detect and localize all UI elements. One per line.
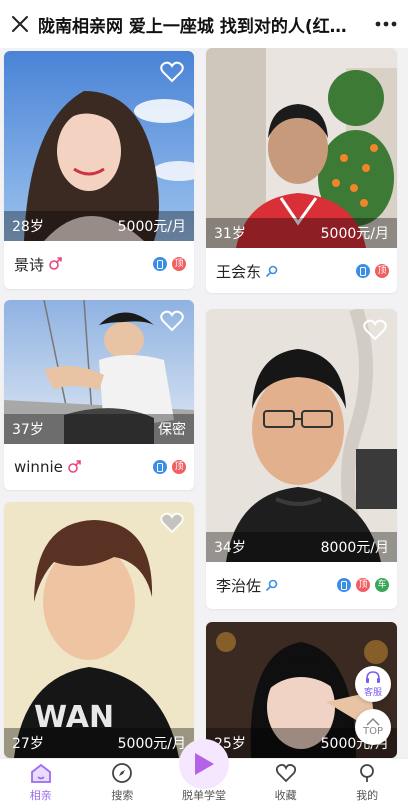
user-icon: [360, 764, 375, 782]
nav-item-profile[interactable]: 我的: [326, 759, 408, 806]
profile-card[interactable]: 31岁 5000元/月 王会东 顶: [206, 48, 397, 293]
age-label: 27岁: [12, 736, 44, 752]
nav-label: 收藏: [274, 789, 297, 802]
photo-info-band: 27岁 5000元/月: [4, 728, 194, 758]
nav-item-favorites[interactable]: 收藏: [245, 759, 327, 806]
age-label: 34岁: [214, 540, 246, 556]
top-badge: 顶: [172, 460, 186, 474]
profile-info-row: winnie 顶: [4, 444, 194, 490]
profile-grid: 28岁 5000元/月 景诗 顶 31岁 5000元/月 王会东 顶 37岁 保…: [0, 48, 408, 758]
nav-label: 脱单学堂: [181, 789, 226, 802]
female-symbol-icon: [67, 460, 81, 474]
salary-label: 5000元/月: [117, 736, 186, 752]
profile-card[interactable]: 37岁 保密 winnie 顶: [4, 300, 194, 490]
profile-photo: WAN 27岁 5000元/月: [4, 502, 194, 758]
salary-label: 5000元/月: [320, 226, 389, 242]
profile-name: 王会东: [216, 262, 262, 281]
salary-label: 5000元/月: [117, 219, 186, 235]
male-symbol-icon: [265, 264, 279, 278]
top-bar: 陇南相亲网 爱上一座城 找到对的人(红娘...: [0, 0, 408, 48]
phone-verified-icon: [356, 264, 370, 278]
age-label: 28岁: [12, 219, 44, 235]
nav-item-match[interactable]: 相亲: [0, 759, 82, 806]
close-icon[interactable]: [2, 0, 38, 48]
profile-info-row: 王会东 顶: [206, 248, 397, 293]
photo-info-band: 37岁 保密: [4, 414, 194, 444]
app-root: 陇南相亲网 爱上一座城 找到对的人(红娘... 28岁 5000元/月 景诗 顶…: [0, 0, 408, 806]
page-title: 陇南相亲网 爱上一座城 找到对的人(红娘...: [38, 16, 364, 37]
badge-group: 顶: [356, 264, 389, 278]
top-badge: 顶: [375, 264, 389, 278]
phone-verified-icon: [337, 578, 351, 592]
play-button[interactable]: [178, 739, 229, 789]
heart-icon: [275, 764, 296, 783]
compass-icon: [112, 763, 133, 783]
phone-verified-icon: [153, 257, 167, 271]
profile-card[interactable]: 28岁 5000元/月 景诗 顶: [4, 51, 194, 289]
favorite-heart-icon[interactable]: [363, 319, 387, 341]
profile-card[interactable]: 34岁 8000元/月 李治佐 顶 车: [206, 309, 397, 609]
badge-group: 顶 车: [337, 578, 389, 592]
phone-verified-icon: [153, 460, 167, 474]
back-to-top-button[interactable]: TOP: [355, 709, 391, 745]
profile-photo: 28岁 5000元/月: [4, 51, 194, 241]
headset-icon: [366, 671, 380, 683]
favorite-heart-icon[interactable]: [160, 310, 184, 332]
bottom-nav: 相亲 搜索 脱单学堂 收藏 我的: [0, 739, 408, 806]
female-symbol-icon: [48, 257, 62, 271]
photo-info-band: 31岁 5000元/月: [206, 218, 397, 248]
badge-group: 顶: [153, 460, 186, 474]
profile-photo: 37岁 保密: [4, 300, 194, 444]
nav-label: 我的: [356, 789, 379, 802]
profile-name: 李治佐: [216, 576, 262, 595]
more-icon[interactable]: [364, 0, 408, 48]
top-badge: 顶: [356, 578, 370, 592]
badge-group: 顶: [153, 257, 186, 271]
arrow-up-icon: [366, 717, 380, 726]
profile-name: 景诗: [14, 255, 45, 274]
play-icon: [194, 753, 214, 775]
salary-label: 保密: [158, 422, 186, 438]
male-symbol-icon: [265, 578, 279, 592]
salary-label: 8000元/月: [320, 540, 389, 556]
profile-photo: 34岁 8000元/月: [206, 309, 397, 562]
profile-card[interactable]: WAN 27岁 5000元/月: [4, 502, 194, 758]
photo-info-band: 34岁 8000元/月: [206, 532, 397, 562]
top-badge: 顶: [172, 257, 186, 271]
favorite-heart-icon[interactable]: [160, 512, 184, 534]
age-label: 31岁: [214, 226, 246, 242]
profile-info-row: 李治佐 顶 车: [206, 562, 397, 608]
customer-service-label: 客服: [363, 688, 382, 698]
nav-label: 搜索: [111, 789, 134, 802]
nav-label: 相亲: [29, 789, 52, 802]
home-icon: [30, 763, 51, 783]
age-label: 37岁: [12, 422, 44, 438]
profile-name: winnie: [14, 458, 63, 476]
back-to-top-label: TOP: [362, 725, 383, 737]
nav-item-search[interactable]: 搜索: [82, 759, 164, 806]
profile-info-row: 景诗 顶: [4, 241, 194, 287]
car-badge: 车: [375, 578, 389, 592]
photo-info-band: 28岁 5000元/月: [4, 211, 194, 241]
profile-photo: 31岁 5000元/月: [206, 48, 397, 248]
nav-item-academy[interactable]: 脱单学堂: [163, 739, 245, 806]
customer-service-button[interactable]: 客服: [355, 666, 391, 702]
favorite-heart-icon[interactable]: [160, 61, 184, 83]
